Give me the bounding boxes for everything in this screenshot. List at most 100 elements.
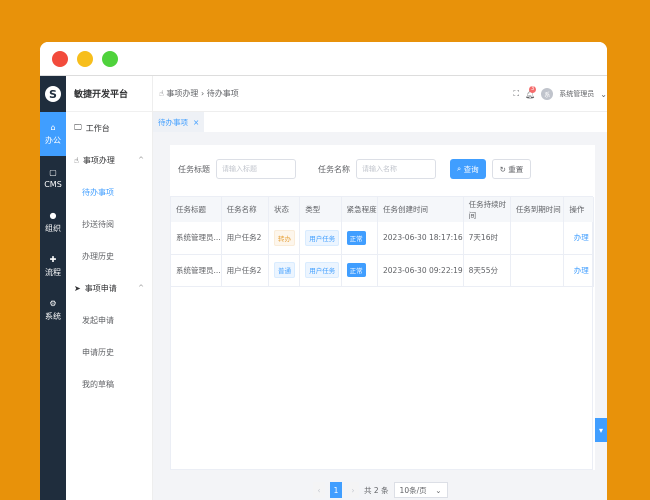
column-header: 操作 <box>563 197 594 222</box>
column-header: 状态 <box>268 197 301 222</box>
duration-value: 7天16时 <box>468 233 498 243</box>
menu-workbench[interactable]: 🖵 工作台 <box>66 112 152 144</box>
column-header: 任务名称 <box>221 197 269 222</box>
column-header: 任务标题 <box>171 197 222 222</box>
breadcrumb: ☝ 事项办理 › 待办事项 <box>159 89 239 98</box>
close-window-button[interactable] <box>52 51 68 67</box>
menu-history[interactable]: 办理历史 <box>66 240 152 272</box>
chevron-up-icon: ^ <box>138 156 144 164</box>
created-value: 2023-06-30 18:17:16 <box>383 233 463 243</box>
home-icon: ⌂ <box>50 122 56 132</box>
cell-status: 转办 <box>268 222 301 255</box>
page-size-select[interactable]: 10条/页 ⌄ <box>393 482 448 498</box>
module-rail: S ⌂ 办公 ▢ CMS ● 组织 ✚ 流程 ⚙ 系统 <box>40 76 66 500</box>
type-value: 用户任务 <box>305 262 340 278</box>
reset-button[interactable]: ↻ 重置 <box>491 159 532 179</box>
app-title: 敏捷开发平台 <box>66 76 152 112</box>
rail-item-org[interactable]: ● 组织 <box>40 200 66 244</box>
menu-group-apply[interactable]: ➤ 事项申请 ^ <box>66 272 152 304</box>
fullscreen-icon[interactable]: ⛶ <box>514 89 520 99</box>
cell-urgency: 正常 <box>341 222 379 255</box>
handle-link[interactable]: 办理 <box>574 266 589 275</box>
column-header: 任务到期时间 <box>510 197 565 222</box>
brush-icon: ▾ <box>598 425 603 435</box>
document-icon: ▢ <box>49 167 57 177</box>
table-row: 系统管理员... 用户任务2 普通 用户任务 正常 2023-06-30 09:22:19… <box>171 254 594 287</box>
cell-type: 用户任务 <box>299 254 342 287</box>
bell-icon[interactable]: 🔔︎ 3 <box>525 85 537 99</box>
duration-value: 8天55分 <box>468 265 498 275</box>
status-value: 普通 <box>273 262 295 278</box>
cell-title: 系统管理员... <box>171 222 222 255</box>
close-icon[interactable]: × <box>193 118 199 127</box>
pagination: ‹ 1 › 共 2 条 10条/页 ⌄ <box>313 482 448 498</box>
user-name[interactable]: 系统管理员 <box>559 89 594 99</box>
gear-icon: ⚙ <box>49 298 57 308</box>
menu-apply[interactable]: 发起申请 <box>66 304 152 336</box>
cell-type: 用户任务 <box>299 222 342 255</box>
cell-status: 普通 <box>268 254 301 287</box>
total-count: 共 2 条 <box>364 485 389 495</box>
rail-item-cms[interactable]: ▢ CMS <box>40 156 66 200</box>
cell-duration: 8天55分 <box>463 254 511 287</box>
minimize-window-button[interactable] <box>77 51 93 67</box>
query-button[interactable]: ⌕ 查询 <box>450 159 486 179</box>
handle-link[interactable]: 办理 <box>574 233 589 242</box>
column-header: 任务持续时间 <box>463 197 511 222</box>
flow-icon: ✚ <box>49 254 57 264</box>
content-card: 任务标题 请输入标题 任务名称 请输入名称 ⌕ 查询 ↻ 重置 任务标题 任务名称… <box>170 145 595 470</box>
search-form: 任务标题 请输入标题 任务名称 请输入名称 ⌕ 查询 ↻ 重置 <box>178 158 595 180</box>
hand-icon: ☝ <box>74 155 79 165</box>
monitor-icon: 🖵 <box>74 123 82 132</box>
title-value: 系统管理员... <box>176 233 221 243</box>
title-input[interactable]: 请输入标题 <box>216 159 296 179</box>
cell-name: 用户任务2 <box>221 254 269 287</box>
menu-apply-history[interactable]: 申请历史 <box>66 336 152 368</box>
prev-page-button[interactable]: ‹ <box>313 482 325 498</box>
user-icon: ● <box>49 210 57 220</box>
rail-item-flow[interactable]: ✚ 流程 <box>40 244 66 288</box>
tab-todo[interactable]: 待办事项 × <box>153 112 205 132</box>
cell-duration: 7天16时 <box>463 222 511 255</box>
menu-todo[interactable]: 待办事项 <box>66 176 152 208</box>
column-header: 任务创建时间 <box>377 197 464 222</box>
column-header: 类型 <box>299 197 342 222</box>
cell-created: 2023-06-30 09:22:19 <box>377 254 464 287</box>
cell-due <box>510 254 565 287</box>
chevron-up-icon: ^ <box>138 284 144 292</box>
cell-action: 办理 <box>563 222 594 255</box>
column-header: 紧急程度 <box>341 197 379 222</box>
notification-badge: 3 <box>529 85 537 93</box>
name-input[interactable]: 请输入名称 <box>356 159 436 179</box>
menu-drafts[interactable]: 我的草稿 <box>66 368 152 400</box>
page-1[interactable]: 1 <box>330 482 342 498</box>
cell-action: 办理 <box>563 254 594 287</box>
main-area: ☝ 事项办理 › 待办事项 ⛶ 🔔︎ 3 系 系统管理员 ⌄ 待办事项 × 任务标题… <box>153 76 607 500</box>
rail-item-office[interactable]: ⌂ 办公 <box>40 112 66 156</box>
type-value: 用户任务 <box>305 229 340 246</box>
menu-cc[interactable]: 抄送待阅 <box>66 208 152 240</box>
name-value: 用户任务2 <box>226 233 262 243</box>
tab-bar: 待办事项 × <box>153 112 607 132</box>
window-chrome <box>40 42 607 76</box>
maximize-window-button[interactable] <box>102 51 118 67</box>
refresh-icon: ↻ <box>499 164 506 174</box>
name-value: 用户任务2 <box>226 265 262 275</box>
browser-window: S ⌂ 办公 ▢ CMS ● 组织 ✚ 流程 ⚙ 系统 敏捷开发平台 🖵 工作台 ☝ 事项办理… <box>40 42 607 500</box>
chevron-down-icon[interactable]: ⌄ <box>600 90 607 99</box>
urgency-value: 正常 <box>346 230 366 245</box>
avatar[interactable]: 系 <box>541 88 554 100</box>
urgency-value: 正常 <box>346 263 366 277</box>
next-page-button[interactable]: › <box>347 482 359 498</box>
hand-icon: ☝ <box>159 89 164 98</box>
created-value: 2023-06-30 09:22:19 <box>383 265 463 275</box>
title-value: 系统管理员... <box>176 265 221 275</box>
settings-float-button[interactable]: ▾ <box>595 418 607 442</box>
rail-item-system[interactable]: ⚙ 系统 <box>40 288 66 332</box>
search-icon: ⌕ <box>457 164 462 173</box>
send-icon: ➤ <box>74 283 81 293</box>
cell-due <box>510 222 565 255</box>
logo: S <box>40 76 66 112</box>
menu-group-handle[interactable]: ☝ 事项办理 ^ <box>66 144 152 176</box>
cell-created: 2023-06-30 18:17:16 <box>377 222 464 255</box>
